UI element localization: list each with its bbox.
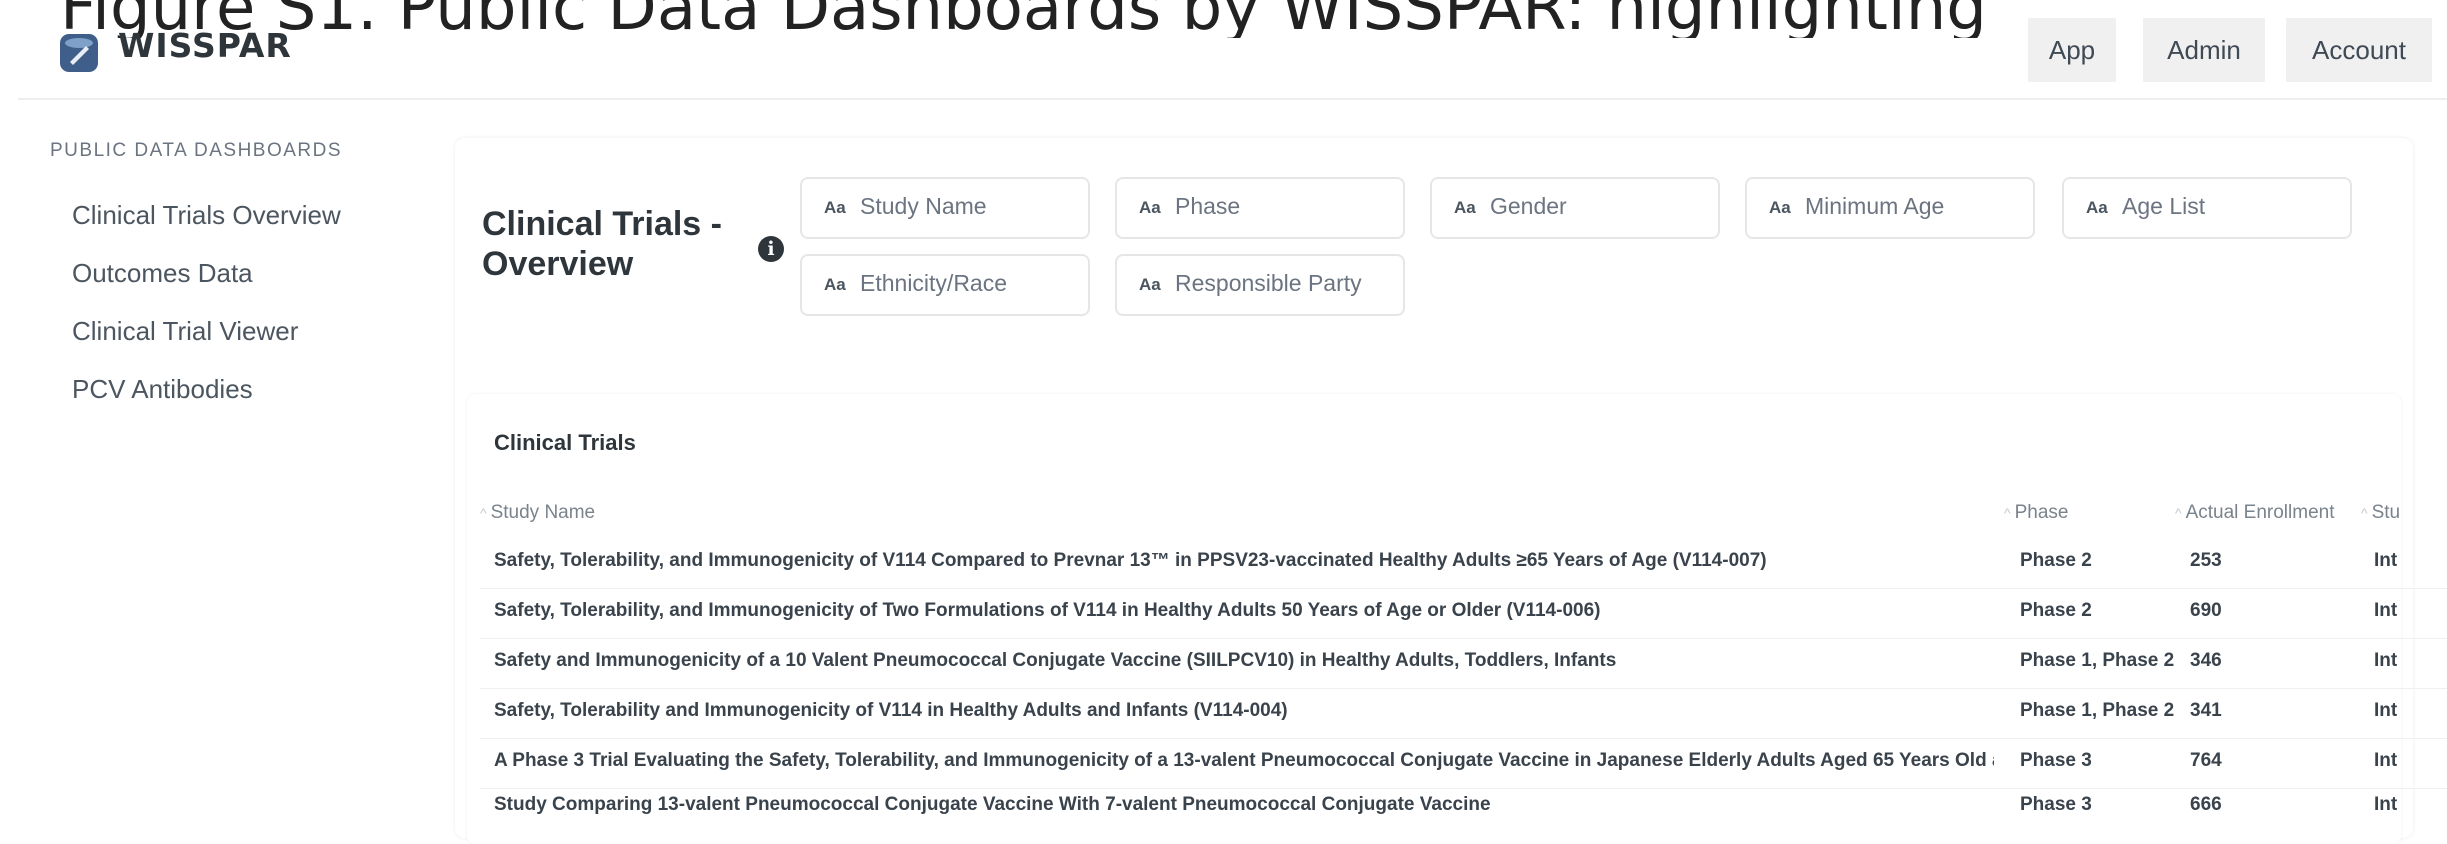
- filter-label: Age List: [2122, 193, 2206, 219]
- filter-label: Ethnicity/Race: [860, 270, 1008, 296]
- cell-phase: Phase 2: [2020, 600, 2092, 621]
- sort-icon: ^: [2175, 505, 2182, 521]
- filter-label: Phase: [1175, 193, 1241, 219]
- filter-ethnicity-race[interactable]: Aa Ethnicity/Race: [800, 254, 1090, 316]
- cell-phase: Phase 3: [2020, 794, 2092, 815]
- sort-icon: ^: [480, 505, 487, 521]
- text-type-icon: Aa: [824, 198, 846, 217]
- filter-label: Minimum Age: [1805, 193, 1945, 219]
- column-header-study-name[interactable]: ^ Study Name: [480, 502, 595, 524]
- cell-study-name: Safety, Tolerability and Immunogenicity …: [494, 700, 1288, 721]
- table-row[interactable]: Safety, Tolerability, and Immunogenicity…: [480, 538, 2447, 589]
- filter-gender[interactable]: Aa Gender: [1430, 177, 1720, 239]
- nav-admin-button[interactable]: Admin: [2143, 18, 2265, 82]
- cell-phase: Phase 2: [2020, 550, 2092, 571]
- text-type-icon: Aa: [1139, 275, 1161, 294]
- column-header-study-type[interactable]: ^ Stu: [2361, 502, 2400, 524]
- filter-phase[interactable]: Aa Phase: [1115, 177, 1405, 239]
- sidebar-item-pcv-antibodies[interactable]: PCV Antibodies: [72, 374, 253, 405]
- cell-study-type: Int: [2374, 794, 2398, 815]
- cell-enrollment: 346: [2190, 650, 2222, 671]
- table-row[interactable]: Safety, Tolerability, and Immunogenicity…: [480, 588, 2447, 639]
- cell-enrollment: 666: [2190, 794, 2222, 815]
- cell-study-type: Int: [2374, 550, 2398, 571]
- column-header-phase[interactable]: ^ Phase: [2004, 502, 2068, 524]
- table-title: Clinical Trials: [494, 430, 636, 455]
- text-type-icon: Aa: [1139, 198, 1161, 217]
- table-row[interactable]: Safety, Tolerability and Immunogenicity …: [480, 688, 2447, 739]
- cell-phase: Phase 1, Phase 2: [2020, 650, 2175, 671]
- cell-phase: Phase 1, Phase 2: [2020, 700, 2175, 721]
- info-icon[interactable]: i: [758, 236, 784, 262]
- cell-study-type: Int: [2374, 650, 2398, 671]
- table-row[interactable]: Safety and Immunogenicity of a 10 Valent…: [480, 638, 2447, 689]
- text-type-icon: Aa: [1454, 198, 1476, 217]
- text-type-icon: Aa: [1769, 198, 1791, 217]
- cell-study-name: A Phase 3 Trial Evaluating the Safety, T…: [494, 750, 1994, 771]
- cell-enrollment: 690: [2190, 600, 2222, 621]
- sidebar-item-outcomes-data[interactable]: Outcomes Data: [72, 258, 253, 289]
- filter-study-name[interactable]: Aa Study Name: [800, 177, 1090, 239]
- nav-app-button[interactable]: App: [2028, 18, 2116, 82]
- filter-minimum-age[interactable]: Aa Minimum Age: [1745, 177, 2035, 239]
- cell-study-type: Int: [2374, 700, 2398, 721]
- cell-study-name: Study Comparing 13-valent Pneumococcal C…: [494, 794, 1491, 815]
- brand-name: WISSPAR: [118, 26, 292, 65]
- text-type-icon: Aa: [824, 275, 846, 294]
- page-title: Clinical Trials - Overview: [482, 205, 722, 283]
- column-header-actual-enrollment[interactable]: ^ Actual Enrollment: [2175, 502, 2334, 524]
- cell-study-name: Safety, Tolerability, and Immunogenicity…: [494, 600, 1601, 621]
- database-logo-icon: [60, 34, 98, 72]
- cell-phase: Phase 3: [2020, 750, 2092, 771]
- cell-study-name: Safety, Tolerability, and Immunogenicity…: [494, 550, 1767, 571]
- cell-enrollment: 764: [2190, 750, 2222, 771]
- table-row[interactable]: Study Comparing 13-valent Pneumococcal C…: [480, 782, 2447, 826]
- sidebar-heading: PUBLIC DATA DASHBOARDS: [50, 140, 343, 161]
- sort-icon: ^: [2004, 505, 2011, 521]
- cell-enrollment: 253: [2190, 550, 2222, 571]
- text-type-icon: Aa: [2086, 198, 2108, 217]
- filter-age-list[interactable]: Aa Age List: [2062, 177, 2352, 239]
- sidebar-item-clinical-trials-overview[interactable]: Clinical Trials Overview: [72, 200, 341, 231]
- sort-icon: ^: [2361, 505, 2368, 521]
- nav-account-button[interactable]: Account: [2286, 18, 2432, 82]
- cell-study-type: Int: [2374, 600, 2398, 621]
- filter-label: Responsible Party: [1175, 270, 1362, 296]
- cell-enrollment: 341: [2190, 700, 2222, 721]
- filter-label: Gender: [1490, 193, 1567, 219]
- sidebar-item-clinical-trial-viewer[interactable]: Clinical Trial Viewer: [72, 316, 298, 347]
- cell-study-name: Safety and Immunogenicity of a 10 Valent…: [494, 650, 1617, 671]
- filter-responsible-party[interactable]: Aa Responsible Party: [1115, 254, 1405, 316]
- filter-label: Study Name: [860, 193, 987, 219]
- cell-study-type: Int: [2374, 750, 2398, 771]
